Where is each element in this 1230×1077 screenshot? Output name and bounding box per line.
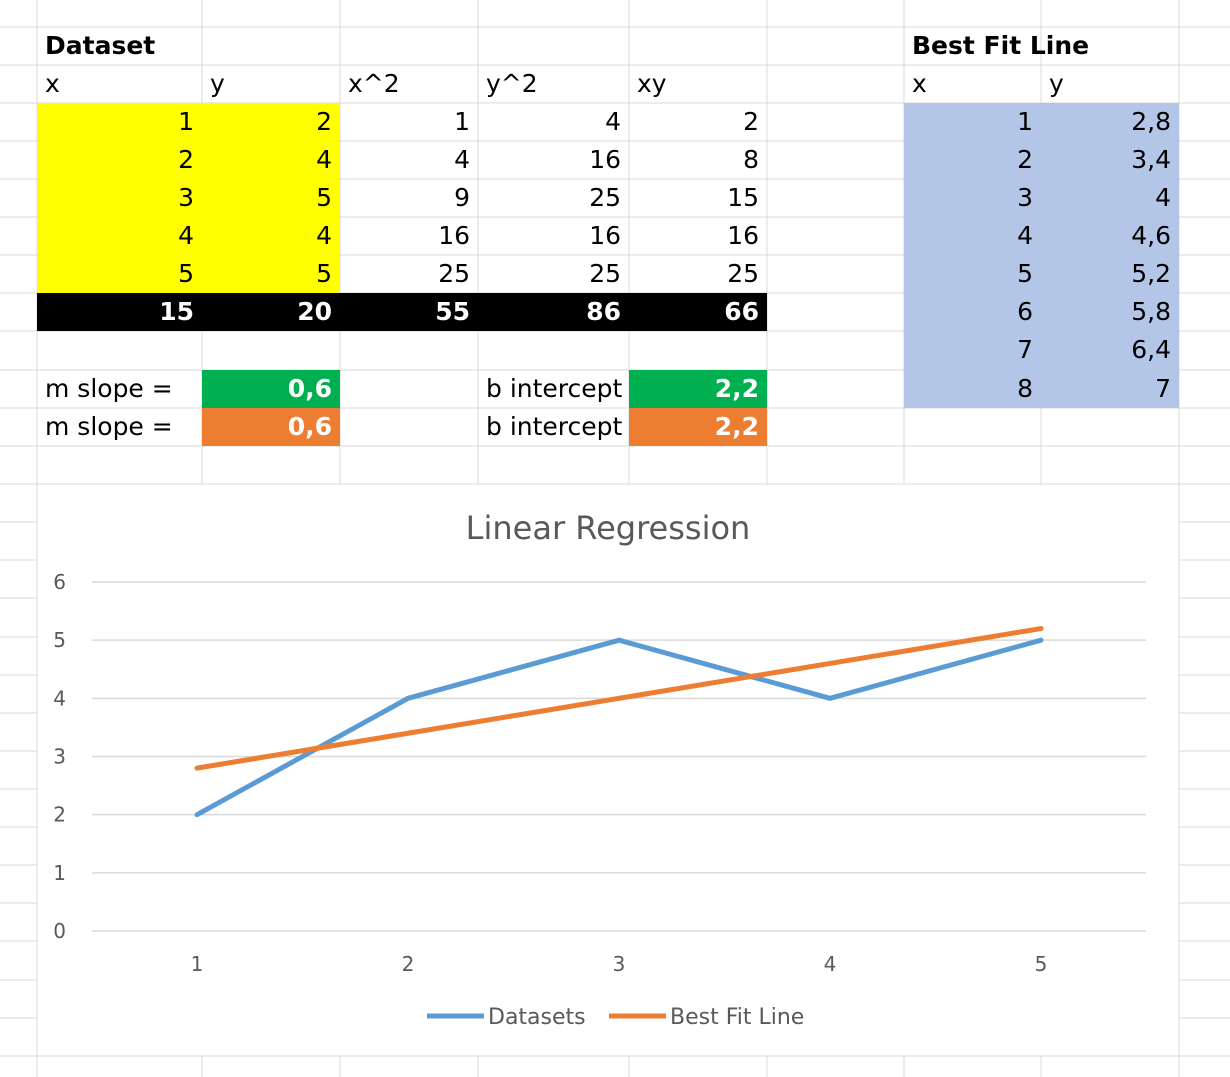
- best-fit-cell-x[interactable]: 4: [904, 217, 1041, 255]
- dataset-cell-x2[interactable]: 25: [340, 255, 478, 293]
- best-fit-cell-y[interactable]: 7: [1041, 370, 1179, 408]
- x-tick-label: 3: [613, 952, 626, 976]
- x-tick-label: 2: [402, 952, 415, 976]
- dataset-cell-xy[interactable]: 16: [629, 217, 767, 255]
- best-fit-cell-y[interactable]: 4,6: [1041, 217, 1179, 255]
- dataset-cell-y2[interactable]: 25: [478, 255, 629, 293]
- dataset-cell-xy[interactable]: 8: [629, 141, 767, 179]
- y-tick-label: 6: [53, 570, 66, 594]
- dataset-cell-x2[interactable]: 1: [340, 103, 478, 141]
- best-fit-cell-y[interactable]: 6,4: [1041, 331, 1179, 370]
- best-fit-cell-y[interactable]: 2,8: [1041, 103, 1179, 141]
- total-y[interactable]: 20: [202, 293, 340, 331]
- chart-title: Linear Regression: [466, 509, 751, 547]
- total-x2[interactable]: 55: [340, 293, 478, 331]
- dataset-cell-x[interactable]: 4: [37, 217, 202, 255]
- y-tick-label: 5: [53, 628, 66, 652]
- best-fit-cell-y[interactable]: 5,8: [1041, 293, 1179, 331]
- best-fit-cell-x[interactable]: 1: [904, 103, 1041, 141]
- slope-label[interactable]: m slope =: [37, 408, 202, 446]
- slope-value-orange[interactable]: 0,6: [202, 408, 340, 446]
- intercept-value-green[interactable]: 2,2: [629, 370, 767, 408]
- dataset-cell-xy[interactable]: 25: [629, 255, 767, 293]
- best-fit-cell-x[interactable]: 6: [904, 293, 1041, 331]
- dataset-cell-x2[interactable]: 9: [340, 179, 478, 217]
- dataset-cell-x2[interactable]: 4: [340, 141, 478, 179]
- dataset-cell-y[interactable]: 5: [202, 255, 340, 293]
- dataset-title: Dataset: [45, 31, 156, 60]
- header-x-squared[interactable]: x^2: [340, 65, 478, 103]
- total-xy[interactable]: 66: [629, 293, 767, 331]
- y-tick-label: 4: [53, 686, 66, 710]
- intercept-label[interactable]: b intercept: [478, 370, 629, 408]
- header-y[interactable]: y: [202, 65, 340, 103]
- dataset-cell-y2[interactable]: 16: [478, 141, 629, 179]
- intercept-value-orange[interactable]: 2,2: [629, 408, 767, 446]
- best-fit-cell-x[interactable]: 7: [904, 331, 1041, 370]
- slope-value-green[interactable]: 0,6: [202, 370, 340, 408]
- dataset-cell-y[interactable]: 4: [202, 217, 340, 255]
- best-fit-cell-y[interactable]: 5,2: [1041, 255, 1179, 293]
- legend-label-datasets: Datasets: [488, 1005, 586, 1030]
- dataset-cell-y[interactable]: 5: [202, 179, 340, 217]
- dataset-cell-x[interactable]: 5: [37, 255, 202, 293]
- x-tick-label: 1: [191, 952, 204, 976]
- dataset-cell-y2[interactable]: 4: [478, 103, 629, 141]
- best-fit-cell-x[interactable]: 5: [904, 255, 1041, 293]
- y-tick-label: 0: [53, 919, 66, 943]
- header-x[interactable]: x: [37, 65, 202, 103]
- y-tick-label: 2: [53, 803, 66, 827]
- y-tick-label: 1: [53, 861, 66, 885]
- legend-label-best-fit: Best Fit Line: [670, 1005, 804, 1030]
- header-y-squared[interactable]: y^2: [478, 65, 629, 103]
- dataset-cell-y[interactable]: 4: [202, 141, 340, 179]
- x-tick-label: 4: [824, 952, 837, 976]
- header-xy[interactable]: xy: [629, 65, 767, 103]
- best-fit-cell-x[interactable]: 3: [904, 179, 1041, 217]
- total-y2[interactable]: 86: [478, 293, 629, 331]
- dataset-cell-y2[interactable]: 25: [478, 179, 629, 217]
- dataset-cell-y2[interactable]: 16: [478, 217, 629, 255]
- slope-label[interactable]: m slope =: [37, 370, 202, 408]
- x-tick-label: 5: [1035, 952, 1048, 976]
- dataset-cell-x[interactable]: 1: [37, 103, 202, 141]
- linear-regression-chart[interactable]: Linear Regression 0 1 2 3 4 5 6 1 2 3 4 5 Datasets…: [37, 484, 1179, 1056]
- best-fit-cell-y[interactable]: 4: [1041, 179, 1179, 217]
- intercept-label[interactable]: b intercept: [478, 408, 629, 446]
- dataset-cell-xy[interactable]: 15: [629, 179, 767, 217]
- dataset-cell-x[interactable]: 3: [37, 179, 202, 217]
- dataset-cell-xy[interactable]: 2: [629, 103, 767, 141]
- dataset-cell-y[interactable]: 2: [202, 103, 340, 141]
- y-tick-label: 3: [53, 745, 66, 769]
- best-fit-title: Best Fit Line: [912, 31, 1090, 60]
- best-fit-cell-y[interactable]: 3,4: [1041, 141, 1179, 179]
- dataset-cell-x[interactable]: 2: [37, 141, 202, 179]
- dataset-cell-x2[interactable]: 16: [340, 217, 478, 255]
- best-fit-cell-x[interactable]: 2: [904, 141, 1041, 179]
- total-x[interactable]: 15: [37, 293, 202, 331]
- best-fit-header-x[interactable]: x: [904, 65, 1041, 103]
- best-fit-cell-x[interactable]: 8: [904, 370, 1041, 408]
- best-fit-header-y[interactable]: y: [1041, 65, 1179, 103]
